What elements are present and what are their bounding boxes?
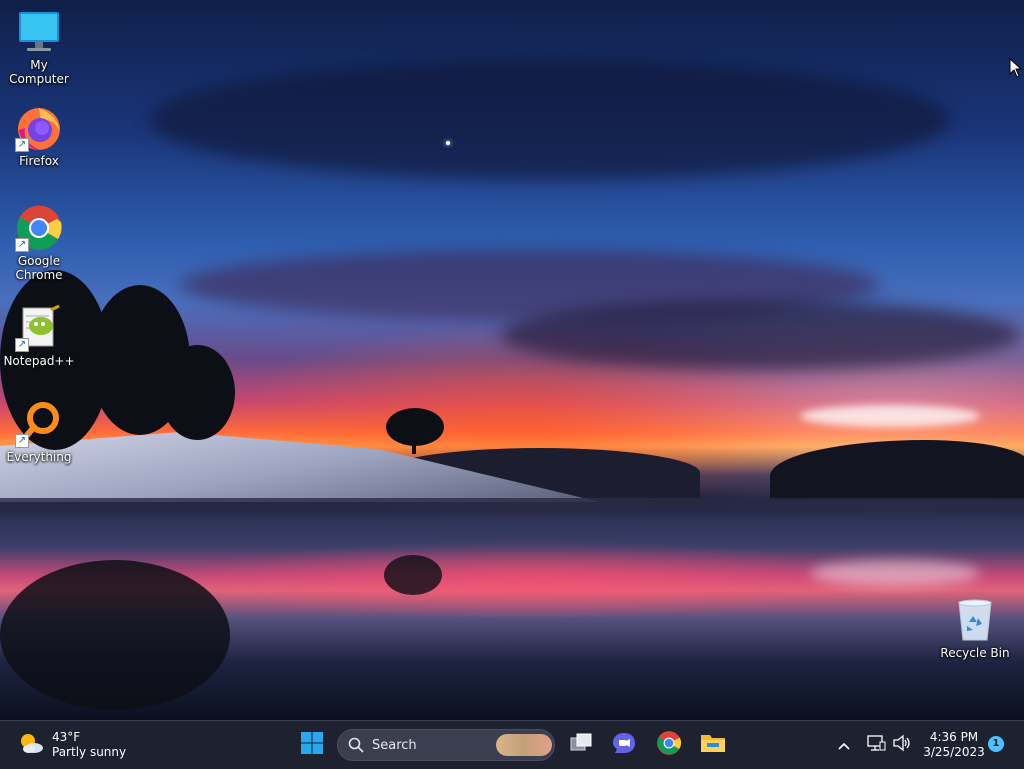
desktop-icon-label: Recycle Bin [940,646,1010,660]
everything-icon: ↗ [15,400,63,448]
teams-chat-button[interactable] [608,729,640,761]
chrome-icon [656,730,682,760]
desktop-icon-label: My Computer [9,58,69,86]
desktop-icon-everything[interactable]: ↗ Everything [0,400,78,464]
network-icon [866,734,886,756]
desktop-icon-label: Everything [6,450,72,464]
search-highlight-image [496,734,552,756]
teams-chat-icon [611,731,637,759]
star-point [446,141,450,145]
system-clock[interactable]: 4:36 PM 3/25/2023 [918,730,990,760]
desktop-icon-label: Notepad++ [3,354,75,368]
notification-badge[interactable]: 1 [988,736,1004,752]
desktop-icon-google-chrome[interactable]: ↗ Google Chrome [0,204,78,282]
notepadpp-icon: ↗ [15,304,63,352]
weather-temperature: 43°F [52,730,81,744]
file-explorer-button[interactable] [697,729,729,761]
shortcut-arrow-icon: ↗ [15,434,29,448]
volume-button[interactable] [890,733,914,757]
clock-time: 4:36 PM [929,730,979,744]
weather-condition: Partly sunny [52,745,127,759]
shortcut-arrow-icon: ↗ [15,238,29,252]
mouse-cursor-icon [1009,57,1023,82]
shortcut-arrow-icon: ↗ [15,338,29,352]
taskbar: 43°F Partly sunny Search 4:36 PM 3/25/20… [0,720,1024,769]
network-button[interactable] [864,733,888,757]
desktop-icon-label: Firefox [19,154,59,168]
desktop-icon-my-computer[interactable]: My Computer [0,8,78,86]
search-label: Search [372,737,417,753]
task-view-icon [569,732,593,758]
desktop-icon-notepadpp[interactable]: ↗ Notepad++ [0,304,78,368]
computer-icon [15,8,63,56]
chrome-icon: ↗ [15,204,63,252]
clock-date: 3/25/2023 [923,745,985,759]
show-hidden-icons-button[interactable] [832,733,856,757]
desktop-icon-label: Google Chrome [15,254,63,282]
windows-start-icon [300,731,324,759]
shortcut-arrow-icon: ↗ [15,138,29,152]
weather-widget[interactable]: 43°F Partly sunny [18,729,126,761]
desktop-icon-firefox[interactable]: ↗ Firefox [0,104,78,168]
partly-sunny-icon [18,731,44,759]
start-button[interactable] [296,729,328,761]
file-explorer-icon [700,732,726,758]
search-icon [348,737,364,753]
desktop-wallpaper [0,0,1024,720]
task-view-button[interactable] [565,729,597,761]
firefox-icon: ↗ [15,104,63,152]
chrome-taskbar-button[interactable] [653,729,685,761]
taskbar-search-box[interactable]: Search [337,729,555,761]
recycle-bin-icon [951,596,999,644]
volume-icon [892,734,912,756]
chevron-up-icon [837,736,851,755]
desktop-icon-recycle-bin[interactable]: Recycle Bin [936,596,1014,660]
